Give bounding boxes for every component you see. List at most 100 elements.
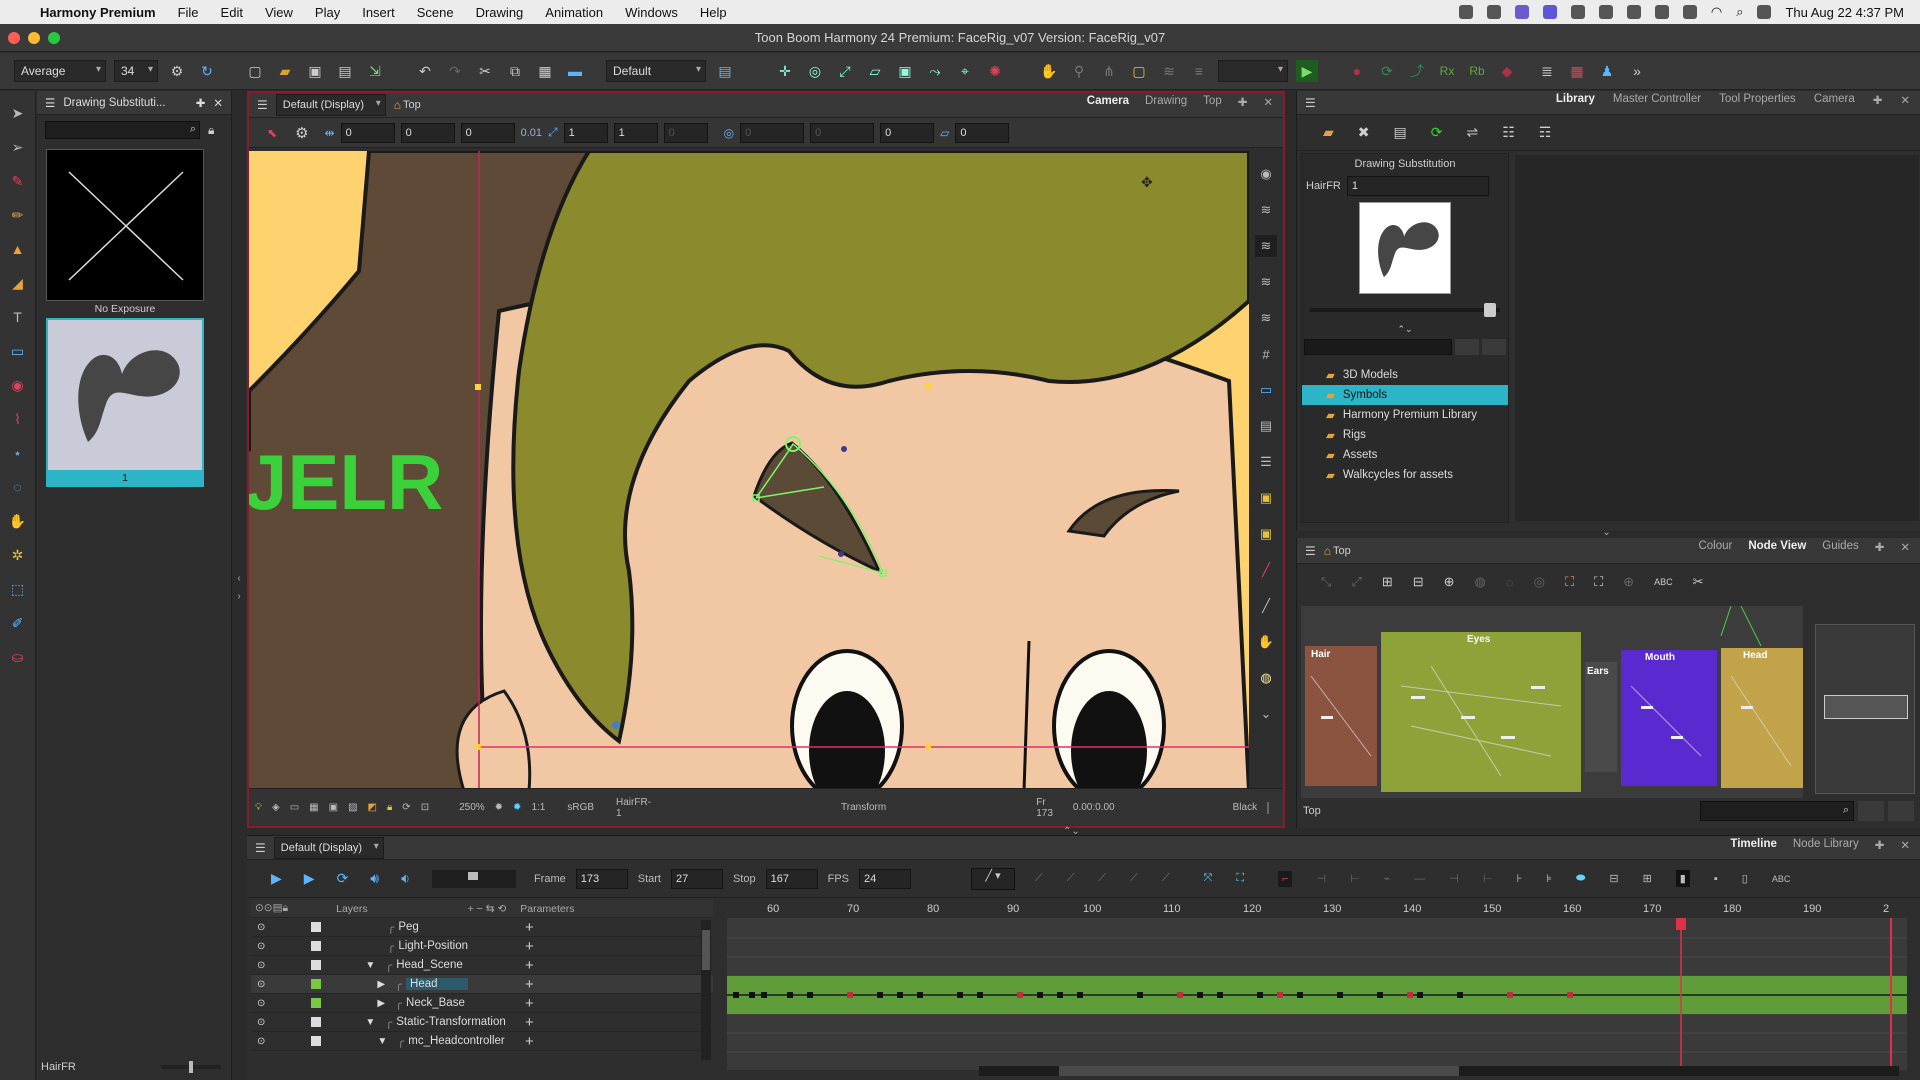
open-folder-icon[interactable]: ▰ [274, 60, 296, 82]
reset-icon[interactable]: ⟳ [1376, 60, 1398, 82]
tree-item[interactable]: ▰ Assets [1302, 445, 1508, 465]
key-tool-icon[interactable]: ⟋ [1130, 872, 1138, 885]
light-icon[interactable]: ◍ [1255, 667, 1277, 689]
node-button[interactable] [1858, 801, 1884, 821]
scale-lock-field[interactable]: 0 [663, 122, 708, 143]
status-icon[interactable] [1458, 5, 1473, 19]
rulers-icon[interactable]: ☰ [1255, 451, 1277, 473]
node-tool-icon[interactable]: ⊟ [1413, 574, 1424, 590]
position-z-field[interactable]: 0 [460, 122, 515, 143]
node-group-hair[interactable]: Hair [1311, 649, 1330, 660]
gear-icon[interactable]: ⚙ [166, 60, 188, 82]
add-layer-icon[interactable]: + − ⇆ ⟲ [468, 903, 507, 915]
sort-icon[interactable]: ⇌ [1466, 124, 1478, 141]
lock-icon[interactable]: 🔒︎ [208, 123, 214, 138]
gear-icon[interactable]: ⚙ [295, 124, 308, 142]
grid-icon[interactable]: ▦ [309, 802, 318, 813]
node-group-eyes[interactable]: Eyes [1467, 634, 1490, 645]
reset-x-icon[interactable]: Rx [1436, 60, 1458, 82]
frame-icon[interactable]: ▭ [290, 802, 299, 813]
menu-scene[interactable]: Scene [417, 5, 454, 20]
tab-master-controller[interactable]: Master Controller [1613, 93, 1701, 107]
display-dropdown[interactable]: Default (Display) [275, 94, 386, 116]
status-icon[interactable] [1654, 5, 1669, 19]
paste-icon[interactable]: ▦ [534, 60, 556, 82]
character-icon[interactable]: ♟ [1596, 60, 1618, 82]
light-table-icon[interactable]: ≋ [1255, 199, 1277, 221]
workspace-dropdown[interactable]: Default [606, 60, 706, 82]
play-icon[interactable]: ▶ [271, 870, 282, 887]
library-button[interactable] [1482, 339, 1506, 355]
keyframe-icon[interactable]: ▶ [1296, 60, 1318, 82]
node-group-mouth[interactable]: Mouth [1645, 652, 1675, 663]
search-icon[interactable]: ⌕ [1736, 4, 1743, 20]
menu-icon[interactable]: ☰ [45, 96, 55, 110]
skew-icon[interactable]: ▱ [864, 60, 886, 82]
brush-mode-dropdown[interactable]: Average [14, 60, 106, 82]
node-tool-icon[interactable]: ◎ [1534, 574, 1545, 590]
preview-icon[interactable]: ▣ [329, 802, 338, 813]
close-icon[interactable]: ✕ [1263, 95, 1273, 109]
position-y-field[interactable]: 0 [400, 122, 455, 143]
key-tool-icon[interactable]: ⟋ [1162, 872, 1170, 885]
node-navigator[interactable] [1815, 624, 1915, 794]
onion-skin-icon[interactable]: ◉ [1255, 163, 1277, 185]
safe-area-icon[interactable]: ▭ [1255, 379, 1277, 401]
render-2-icon[interactable]: ✹ [513, 802, 521, 813]
screen-record-icon[interactable] [1542, 5, 1557, 19]
motion-icon[interactable]: ⤧ [1204, 872, 1213, 885]
control-center-icon[interactable] [1757, 5, 1772, 19]
grid-icon[interactable]: # [1255, 343, 1277, 365]
tab-timeline[interactable]: Timeline [1730, 838, 1776, 852]
app-menu[interactable]: Harmony Premium [40, 5, 156, 20]
node-tool-icon[interactable]: ⤡ [1321, 574, 1331, 590]
render-icon[interactable]: ✹ [495, 802, 503, 813]
stamp-icon[interactable]: ▲ [8, 239, 28, 259]
tab-node-view[interactable]: Node View [1748, 540, 1806, 554]
abc-icon[interactable]: ABC [1772, 874, 1791, 884]
layers-scrollbar[interactable] [701, 920, 711, 1060]
key-tool-icon[interactable]: ⌁ [1384, 872, 1391, 885]
node-tool-icon[interactable]: ⛶ [1565, 574, 1574, 590]
tab-guides[interactable]: Guides [1822, 540, 1858, 554]
tab-top[interactable]: Top [1203, 95, 1222, 109]
key-tool-icon[interactable]: ⊣ [1449, 872, 1459, 885]
menu-icon[interactable]: ☰ [255, 841, 266, 855]
node-tool-icon[interactable]: ✂ [1693, 574, 1704, 590]
key-tool-icon[interactable]: ⊢ [1483, 872, 1493, 885]
node-tool-icon[interactable]: ⤢ [1351, 574, 1361, 590]
frame-marker-icon[interactable]: ▮ [1675, 870, 1690, 887]
reset-rotate-icon[interactable]: ⤴ [1406, 60, 1428, 82]
pal-icon[interactable]: ◩ [368, 802, 377, 813]
thumbnail-drawing-1[interactable]: 1 [46, 318, 204, 487]
add-tab-icon[interactable]: ✚ [1873, 93, 1883, 107]
reset-b-icon[interactable]: Rb [1466, 60, 1488, 82]
menu-edit[interactable]: Edit [221, 5, 243, 20]
menu-icon[interactable]: ☰ [1305, 96, 1316, 110]
tree-item-selected[interactable]: ▰ Symbols [1302, 385, 1508, 405]
copy-icon[interactable]: ⧉ [504, 60, 526, 82]
bounding-box-icon[interactable]: ▢ [1128, 60, 1150, 82]
light-bulb-icon[interactable]: 💡︎ [255, 802, 262, 813]
close-icon[interactable]: ✕ [213, 96, 223, 110]
details-view-icon[interactable]: ☶ [1539, 124, 1552, 141]
node-search-input[interactable]: ⌕ [1700, 801, 1854, 821]
extend-icon[interactable]: ⊦ [1516, 872, 1522, 885]
new-icon[interactable]: ▢ [244, 60, 266, 82]
tab-camera[interactable]: Camera [1087, 95, 1129, 109]
cells-icon[interactable]: ⊞ [1643, 872, 1652, 885]
status-icon[interactable] [1514, 5, 1529, 19]
skew-2-field[interactable]: 0 [955, 122, 1010, 143]
pivot-tool-icon[interactable]: ⋆ [8, 443, 28, 463]
delete-icon[interactable]: ✖ [1358, 124, 1370, 141]
add-tab-icon[interactable]: ✚ [1238, 95, 1248, 109]
key-tool-icon[interactable]: ⟋ [1098, 872, 1106, 885]
timeline-scrollbar[interactable] [979, 1066, 1899, 1076]
menu-play[interactable]: Play [315, 5, 340, 20]
tab-camera[interactable]: Camera [1814, 93, 1855, 107]
close-icon[interactable]: ✕ [1900, 93, 1910, 107]
red-dot-icon[interactable]: ● [1346, 60, 1368, 82]
undo-icon[interactable]: ↶ [414, 60, 436, 82]
save-as-icon[interactable]: ▤ [334, 60, 356, 82]
node-button[interactable] [1888, 801, 1914, 821]
